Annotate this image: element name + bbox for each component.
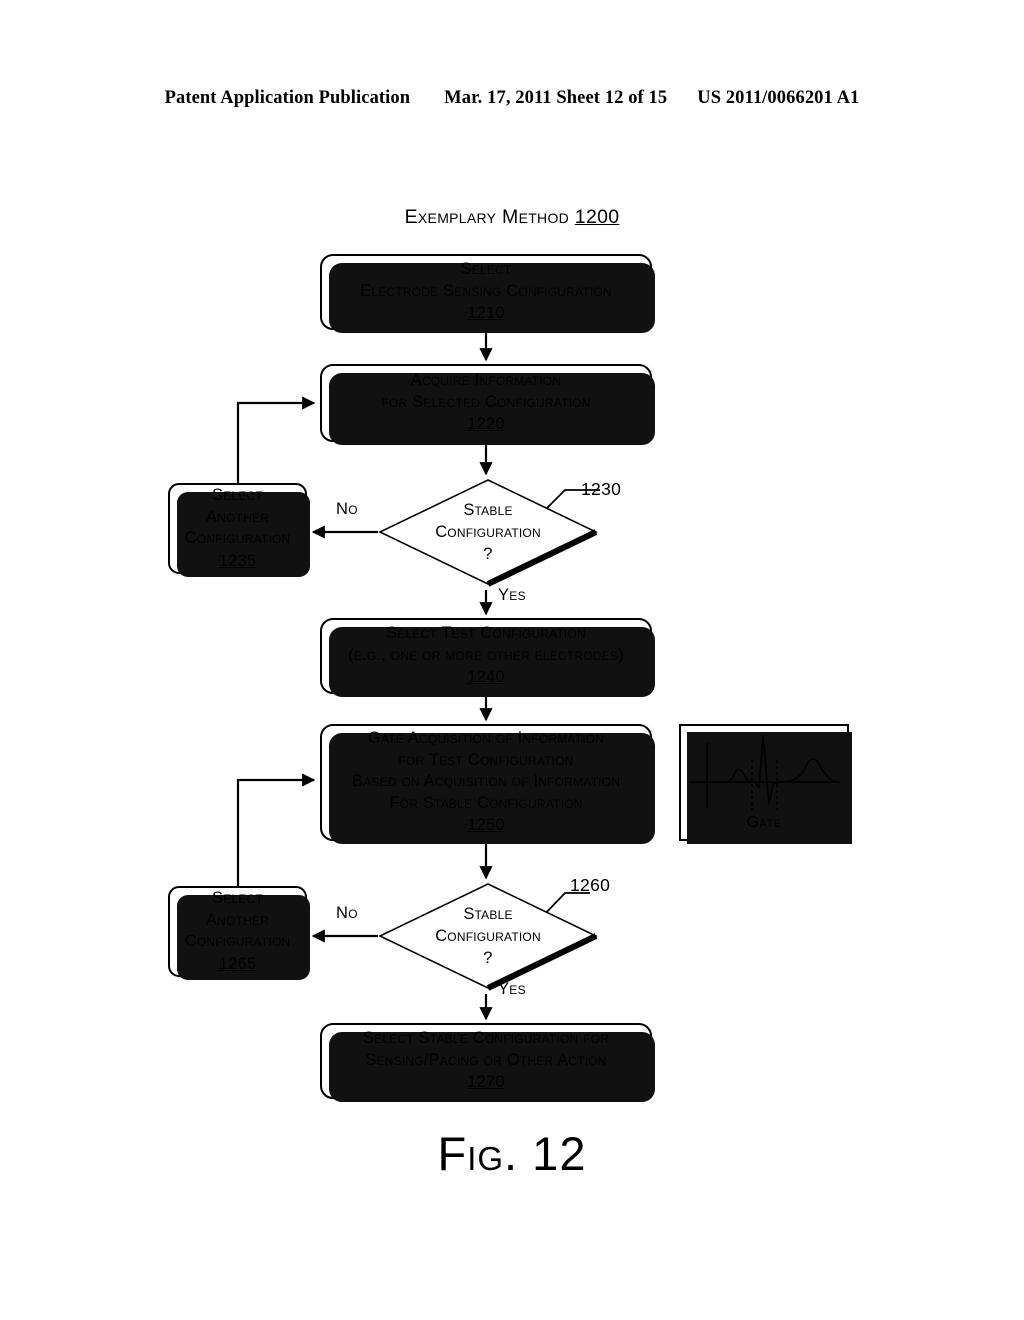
process-box-1240[interactable]: Select Test Configuration (e.g., one or … [320, 618, 655, 697]
process-box-1235[interactable]: Select Another Configuration 1235 [168, 483, 310, 577]
process-box-1270[interactable]: Select Stable Configuration for Sensing/… [320, 1023, 655, 1102]
box-1235-number: 1235 [218, 551, 257, 570]
ecg-waveform-icon [689, 735, 840, 810]
box-1220-line2: for Selected Configuration [381, 392, 591, 411]
figure-title: Exemplary Method 1200 [0, 206, 1024, 229]
process-box-1250[interactable]: Gate Acquisition of Information for Test… [320, 724, 655, 844]
decision-diamond-1260[interactable]: Stable Configuration ? [378, 882, 598, 991]
box-1240-line2: (e.g., one or more other electrodes) [348, 645, 624, 664]
branch-label-yes-1260: Yes [498, 980, 526, 998]
box-1235-line3: Configuration [184, 529, 291, 547]
decision-diamond-1230[interactable]: Stable Configuration ? [378, 478, 598, 587]
box-1270-line2: Sensing/Pacing or Other Action [365, 1050, 607, 1069]
process-box-1210[interactable]: Select Electrode Sensing Configuration 1… [320, 254, 655, 333]
branch-label-no-1230: No [336, 500, 358, 518]
header-document-number: US 2011/0066201 A1 [697, 88, 860, 108]
wire-1235-feedback-to-1220 [236, 396, 316, 483]
branch-label-no-1260: No [336, 904, 358, 922]
reference-numeral-1230: 1230 [581, 479, 622, 499]
box-1250-line1: Gate Acquisition of Information [367, 729, 605, 748]
box-1265-line2: Another [205, 910, 270, 929]
box-1265-line3: Configuration [184, 932, 291, 950]
header-publication-label: Patent Application Publication [164, 88, 411, 108]
figure-title-text: Exemplary Method [404, 206, 570, 228]
box-1220-number: 1220 [467, 415, 505, 434]
box-1235-line1: Select [212, 486, 263, 504]
process-box-1265[interactable]: Select Another Configuration 1265 [168, 886, 310, 980]
box-1210-number: 1210 [467, 304, 505, 323]
reference-numeral-1260: 1260 [570, 875, 611, 895]
header-date-sheet-label: Mar. 17, 2011 Sheet 12 of 15 [444, 88, 668, 108]
gate-waveform-panel: Gate [679, 724, 852, 844]
box-1265-line1: Select [212, 889, 263, 907]
box-1240-line1: Select Test Configuration [386, 624, 586, 643]
box-1240-number: 1240 [467, 668, 505, 687]
branch-label-yes-1230: Yes [498, 586, 526, 604]
box-1235-line2: Another [205, 507, 270, 526]
page-header: Patent Application Publication Mar. 17, … [0, 88, 1024, 109]
figure-title-number: 1200 [574, 206, 620, 228]
box-1220-line1: Acquire Information [410, 371, 562, 390]
box-1250-line2: for Test Configuration [398, 750, 574, 769]
figure-caption: Fig. 12 [437, 1127, 587, 1180]
box-1210-line2: Electrode Sensing Configuration [360, 281, 612, 300]
box-1250-number: 1250 [467, 816, 505, 835]
box-1210-line1: Select [460, 260, 512, 279]
box-1250-line4: For Stable Configuration [389, 793, 583, 812]
box-1265-number: 1265 [218, 954, 257, 973]
gate-panel-caption: Gate [746, 814, 782, 831]
box-1250-line3: Based on Acquisition of Information [351, 772, 621, 791]
box-1270-line1: Select Stable Configuration for [362, 1029, 610, 1048]
box-1270-number: 1270 [467, 1073, 505, 1092]
wire-1265-feedback-to-1250 [236, 773, 316, 886]
process-box-1220[interactable]: Acquire Information for Selected Configu… [320, 364, 655, 445]
